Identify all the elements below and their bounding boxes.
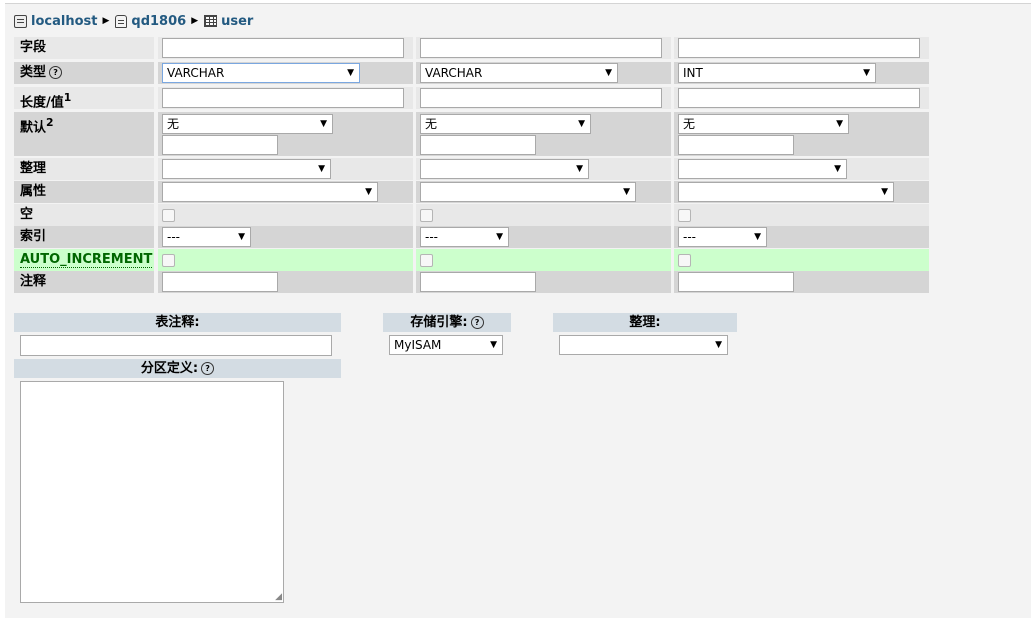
chevron-down-icon: ▼ (347, 68, 354, 78)
null-checkbox-1[interactable] (162, 209, 175, 222)
default-value-input-3[interactable] (678, 135, 794, 155)
row-index: 索引 --- ▼ --- ▼ --- ▼ (14, 226, 929, 248)
chevron-down-icon: ▼ (576, 164, 583, 174)
index-select-1[interactable]: --- ▼ (162, 227, 251, 247)
server-icon (14, 14, 27, 28)
attributes-select-3[interactable]: ▼ (678, 182, 894, 202)
auto-increment-checkbox-3[interactable] (678, 254, 691, 267)
auto-increment-checkbox-1[interactable] (162, 254, 175, 267)
chevron-down-icon: ▼ (754, 232, 761, 242)
length-input-2[interactable] (420, 88, 662, 108)
chevron-down-icon: ▼ (715, 340, 722, 350)
row-label: 属性 (14, 181, 154, 203)
row-label: 整理 (14, 158, 154, 180)
footnote-marker: 2 (46, 116, 54, 129)
chevron-down-icon: ▼ (863, 68, 870, 78)
row-label: 默认 (20, 120, 47, 136)
table-icon (204, 15, 218, 27)
row-auto-increment: AUTO_INCREMENT (14, 249, 929, 271)
field-name-input-3[interactable] (678, 38, 920, 58)
chevron-down-icon: ▼ (238, 232, 245, 242)
collation-select-2[interactable]: ▼ (420, 159, 589, 179)
chevron-down-icon: ▼ (496, 232, 503, 242)
index-select-2[interactable]: --- ▼ (420, 227, 509, 247)
default-select-3[interactable]: 无 ▼ (678, 114, 849, 134)
breadcrumb-table-link[interactable]: user (221, 14, 253, 29)
null-checkbox-3[interactable] (678, 209, 691, 222)
row-label: AUTO_INCREMENT (20, 252, 153, 268)
default-value-input-1[interactable] (162, 135, 278, 155)
chevron-down-icon: ▼ (318, 164, 325, 174)
row-label: 长度/值 (20, 95, 64, 111)
auto-increment-checkbox-2[interactable] (420, 254, 433, 267)
breadcrumb: localhost ▶ qd1806 ▶ user (14, 12, 253, 30)
help-icon[interactable]: ? (49, 66, 63, 79)
row-attributes: 属性 ▼ ▼ ▼ (14, 181, 929, 203)
comment-input-1[interactable] (162, 272, 278, 292)
default-value-input-2[interactable] (420, 135, 536, 155)
main-content: localhost ▶ qd1806 ▶ user 字段 类型? VARCHAR… (5, 3, 1031, 618)
row-field-name: 字段 (14, 37, 929, 59)
table-comment-input[interactable] (20, 335, 332, 356)
chevron-down-icon: ▼ (623, 187, 630, 197)
null-checkbox-2[interactable] (420, 209, 433, 222)
chevron-down-icon: ▼ (365, 187, 372, 197)
chevron-down-icon: ▼ (320, 119, 327, 129)
length-input-3[interactable] (678, 88, 920, 108)
chevron-down-icon: ▼ (836, 119, 843, 129)
attributes-select-2[interactable]: ▼ (420, 182, 636, 202)
resize-handle-icon[interactable]: ◢ (275, 593, 282, 602)
row-comment: 注释 (14, 271, 929, 293)
help-icon[interactable]: ? (201, 362, 215, 375)
chevron-down-icon: ▼ (490, 340, 497, 350)
row-label: 注释 (14, 271, 154, 293)
comment-input-3[interactable] (678, 272, 794, 292)
field-name-input-2[interactable] (420, 38, 662, 58)
length-input-1[interactable] (162, 88, 404, 108)
row-label: 空 (14, 204, 154, 226)
comment-input-2[interactable] (420, 272, 536, 292)
table-collation-header: 整理: (553, 313, 737, 332)
database-icon (115, 14, 128, 28)
breadcrumb-server-link[interactable]: localhost (31, 14, 97, 29)
row-label: 类型 (20, 65, 47, 80)
storage-engine-header: 存储引擎:? (383, 313, 511, 332)
breadcrumb-separator-icon: ▶ (102, 16, 110, 26)
breadcrumb-separator-icon: ▶ (191, 16, 199, 26)
chevron-down-icon: ▼ (834, 164, 841, 174)
row-label: 索引 (14, 226, 154, 248)
row-label: 字段 (14, 37, 154, 59)
row-collation: 整理 ▼ ▼ ▼ (14, 158, 929, 180)
row-default: 默认2 无 ▼ 无 ▼ 无 ▼ (14, 112, 929, 156)
chevron-down-icon: ▼ (605, 68, 612, 78)
default-select-2[interactable]: 无 ▼ (420, 114, 591, 134)
collation-select-3[interactable]: ▼ (678, 159, 847, 179)
row-type: 类型? VARCHAR ▼ VARCHAR ▼ INT ▼ (14, 62, 929, 84)
index-select-3[interactable]: --- ▼ (678, 227, 767, 247)
table-comment-header: 表注释: (14, 313, 341, 332)
attributes-select-1[interactable]: ▼ (162, 182, 378, 202)
row-length: 长度/值1 (14, 87, 929, 111)
breadcrumb-database-link[interactable]: qd1806 (131, 14, 186, 29)
row-null: 空 (14, 204, 929, 226)
type-select-1[interactable]: VARCHAR ▼ (162, 63, 360, 83)
storage-engine-select[interactable]: MyISAM ▼ (389, 335, 503, 355)
footnote-marker: 1 (63, 91, 72, 104)
table-collation-select[interactable]: ▼ (559, 335, 728, 355)
partition-definition-header: 分区定义:? (14, 359, 341, 378)
chevron-down-icon: ▼ (578, 119, 585, 129)
partition-definition-textarea[interactable]: ◢ (20, 381, 284, 603)
type-select-3[interactable]: INT ▼ (678, 63, 876, 83)
field-name-input-1[interactable] (162, 38, 404, 58)
type-select-2[interactable]: VARCHAR ▼ (420, 63, 618, 83)
default-select-1[interactable]: 无 ▼ (162, 114, 333, 134)
help-icon[interactable]: ? (470, 316, 484, 329)
collation-select-1[interactable]: ▼ (162, 159, 331, 179)
chevron-down-icon: ▼ (881, 187, 888, 197)
